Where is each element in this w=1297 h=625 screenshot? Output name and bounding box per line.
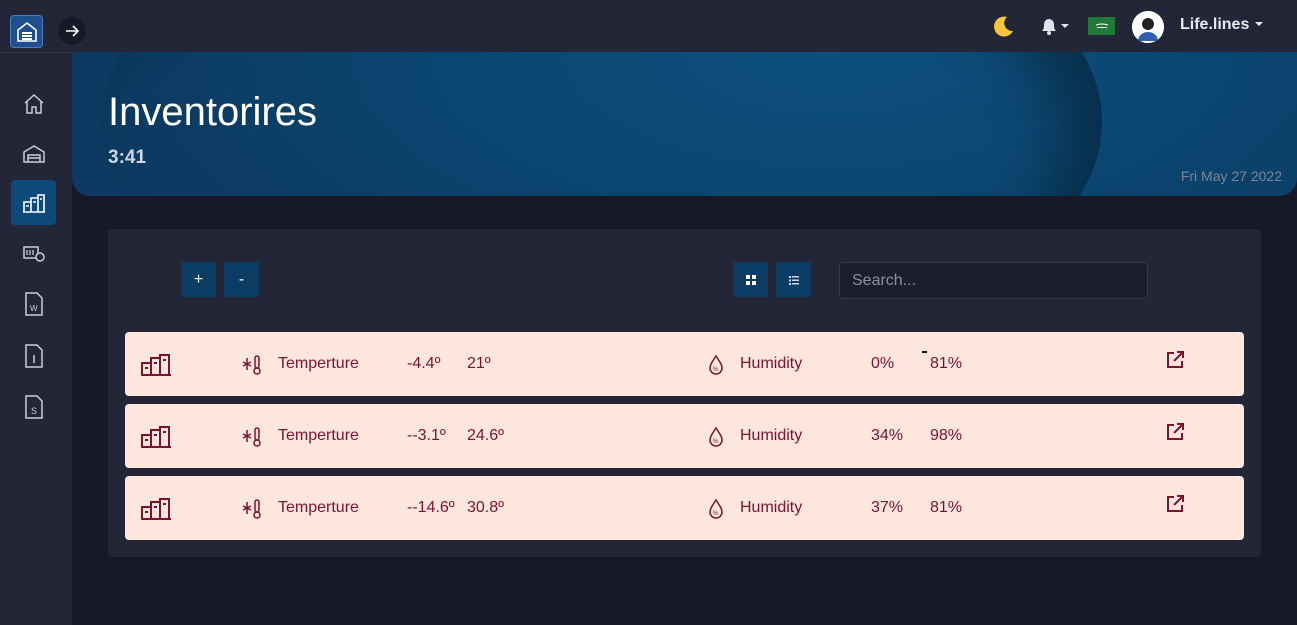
list-view-icon	[788, 275, 799, 285]
caret-down-icon	[1254, 22, 1263, 26]
search-input[interactable]	[839, 262, 1148, 299]
warehouse-icon	[22, 144, 45, 163]
s-document-icon: S	[24, 394, 43, 419]
inventory-icon	[141, 354, 171, 376]
humidity-drop-icon: %	[709, 355, 723, 375]
temperature-min: -4.4º	[407, 355, 441, 372]
sidebar-item-info-document[interactable]	[11, 333, 56, 378]
page-title: Inventorires	[108, 90, 317, 134]
current-date: Fri May 27 2022	[1180, 168, 1282, 184]
external-link-icon[interactable]	[1165, 350, 1185, 370]
temperature-label: Temperture	[278, 499, 359, 516]
humidity-max: 81%	[930, 499, 963, 516]
inventory-icon	[141, 426, 171, 448]
device-settings-icon	[22, 245, 45, 262]
external-link-icon[interactable]	[1165, 494, 1185, 514]
temperature-min: --14.6º	[407, 499, 455, 516]
humidity-drop-icon: %	[709, 499, 723, 519]
thermometer-snowflake-icon	[242, 427, 261, 447]
svg-text:S: S	[31, 406, 37, 416]
inventory-row[interactable]: Temperture --3.1º 24.6º % Humidity 34% 9…	[125, 404, 1244, 468]
humidity-drop-icon: %	[709, 427, 723, 447]
humidity-label: Humidity	[740, 427, 803, 444]
temperature-label: Temperture	[278, 355, 359, 372]
home-icon	[24, 93, 43, 114]
inventory-row[interactable]: Temperture -4.4º 21º % Humidity 0% 81%	[125, 332, 1244, 396]
sidebar: W S	[0, 52, 72, 625]
moon-icon[interactable]	[990, 13, 1016, 39]
page-header-banner: Inventorires 3:41 Fri May 27 2022	[72, 52, 1297, 196]
humidity-label: Humidity	[740, 355, 803, 372]
temperature-min: --3.1º	[407, 427, 446, 444]
user-name: Life.lines	[1180, 16, 1250, 33]
app-logo-icon[interactable]	[10, 15, 43, 48]
temperature-max: 21º	[467, 355, 491, 372]
inventory-icon	[141, 498, 171, 520]
sidebar-item-inventory[interactable]	[11, 180, 56, 225]
thermometer-snowflake-icon	[242, 499, 261, 519]
temperature-max: 24.6º	[467, 427, 504, 444]
list-view-button[interactable]	[776, 262, 811, 297]
temperature-label: Temperture	[278, 427, 359, 444]
grid-view-icon	[745, 274, 756, 285]
notifications-bell-icon[interactable]	[1038, 13, 1074, 39]
sidebar-toggle-arrow-icon[interactable]	[58, 17, 86, 45]
info-document-icon	[24, 343, 43, 368]
humidity-max: 98%	[930, 427, 963, 444]
svg-text:%: %	[713, 367, 719, 373]
humidity-max: 81%	[930, 355, 963, 372]
sidebar-item-word-document[interactable]: W	[11, 281, 56, 326]
divider-mark	[922, 351, 927, 353]
remove-button[interactable]: -	[224, 262, 259, 297]
inventory-panel: + - Temperture -4.4º 21º % Humidity 0% 8…	[108, 229, 1261, 557]
grid-view-button[interactable]	[733, 262, 768, 297]
avatar[interactable]	[1132, 11, 1164, 43]
humidity-min: 0%	[871, 355, 895, 372]
svg-text:W: W	[30, 304, 38, 313]
temperature-max: 30.8º	[467, 499, 504, 516]
user-menu[interactable]: Life.lines	[1180, 16, 1264, 34]
flag-icon[interactable]	[1088, 17, 1115, 35]
svg-text:%: %	[713, 511, 719, 517]
external-link-icon[interactable]	[1165, 422, 1185, 442]
current-time: 3:41	[108, 147, 147, 168]
humidity-label: Humidity	[740, 499, 803, 516]
thermometer-snowflake-icon	[242, 355, 261, 375]
caret-down-icon	[1061, 24, 1069, 28]
top-bar: Life.lines	[0, 0, 1297, 52]
sidebar-item-s-document[interactable]: S	[11, 384, 56, 429]
sidebar-item-home[interactable]	[11, 81, 56, 126]
word-document-icon: W	[24, 291, 43, 316]
humidity-min: 37%	[871, 499, 904, 516]
sidebar-item-warehouse[interactable]	[11, 131, 56, 176]
humidity-min: 34%	[871, 427, 904, 444]
inventory-row[interactable]: Temperture --14.6º 30.8º % Humidity 37% …	[125, 476, 1244, 540]
inventory-icon	[22, 193, 45, 213]
svg-text:%: %	[713, 439, 719, 445]
add-button[interactable]: +	[181, 262, 216, 297]
sidebar-item-device-settings[interactable]	[11, 230, 56, 275]
